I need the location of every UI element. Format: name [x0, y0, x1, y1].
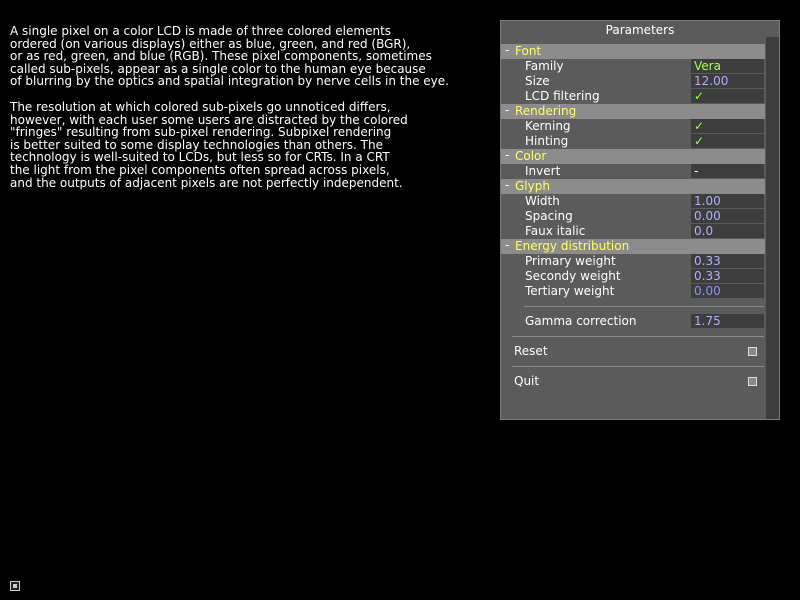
reset-box-icon[interactable]	[748, 347, 757, 356]
checkmark-icon: ✓	[694, 119, 705, 133]
collapse-icon[interactable]: -	[505, 44, 513, 57]
quit-label: Quit	[514, 374, 540, 388]
kerning-label: Kerning	[525, 119, 571, 133]
text-line: or as red, green, and blue (RGB). These …	[10, 49, 432, 64]
primary-weight-value[interactable]: 0.33	[691, 254, 764, 268]
reset-button[interactable]: Reset	[501, 344, 765, 359]
lcd-filtering-checkbox[interactable]: ✓	[691, 89, 764, 103]
collapse-icon[interactable]: -	[505, 104, 513, 117]
text-line: "fringes" resulting from sub-pixel rende…	[10, 125, 392, 140]
invert-label: Invert	[525, 164, 561, 178]
row-invert: Invert -	[501, 164, 765, 179]
quit-button[interactable]: Quit	[501, 374, 765, 389]
text-line: A single pixel on a color LCD is made of…	[10, 24, 392, 38]
section-rendering-label: Rendering	[515, 104, 577, 118]
row-hinting: Hinting ✓	[501, 134, 765, 149]
row-tertiary-weight: Tertiary weight 0.00	[501, 284, 765, 299]
collapse-icon[interactable]: -	[505, 179, 513, 192]
family-value[interactable]: Vera	[691, 59, 764, 73]
faux-italic-value[interactable]: 0.0	[691, 224, 764, 238]
section-font[interactable]: - Font	[501, 44, 765, 59]
checkmark-icon: ✓	[694, 134, 705, 148]
invert-checkbox[interactable]: -	[691, 164, 764, 178]
text-line: and the outputs of adjacent pixels are n…	[10, 175, 403, 190]
collapse-icon[interactable]: -	[505, 239, 513, 252]
description-text: A single pixel on a color LCD is made of…	[10, 25, 480, 189]
quit-box-icon[interactable]	[748, 377, 757, 386]
gamma-correction-label: Gamma correction	[525, 314, 637, 328]
hinting-label: Hinting	[525, 134, 569, 148]
section-glyph-label: Glyph	[515, 179, 550, 193]
spacing-value[interactable]: 0.00	[691, 209, 764, 223]
width-label: Width	[525, 194, 560, 208]
primary-weight-label: Primary weight	[525, 254, 616, 268]
row-secondy-weight: Secondy weight 0.33	[501, 269, 765, 284]
secondy-weight-value[interactable]: 0.33	[691, 269, 764, 283]
section-font-label: Font	[515, 44, 542, 58]
row-spacing: Spacing 0.00	[501, 209, 765, 224]
panel-title: Parameters	[605, 23, 675, 37]
section-color[interactable]: - Color	[501, 149, 765, 164]
reset-label: Reset	[514, 344, 548, 358]
hinting-checkbox[interactable]: ✓	[691, 134, 764, 148]
row-family: Family Vera	[501, 59, 765, 74]
tertiary-weight-label: Tertiary weight	[525, 284, 615, 298]
checkmark-icon: ✓	[694, 89, 705, 103]
faux-italic-label: Faux italic	[525, 224, 586, 238]
row-gamma-correction: Gamma correction 1.75	[501, 314, 765, 329]
row-size: Size 12.00	[501, 74, 765, 89]
text-line: The resolution at which colored sub-pixe…	[10, 99, 391, 114]
section-color-label: Color	[515, 149, 547, 163]
text-line: the light from the pixel components ofte…	[10, 162, 390, 177]
size-label: Size	[525, 74, 550, 88]
spacing-label: Spacing	[525, 209, 573, 223]
text-line: of blurring by the optics and spatial in…	[10, 74, 449, 89]
panel-scrollbar[interactable]	[766, 37, 779, 419]
gamma-correction-value[interactable]: 1.75	[691, 314, 764, 328]
row-faux-italic: Faux italic 0.0	[501, 224, 765, 239]
collapse-icon[interactable]: -	[505, 149, 513, 162]
secondy-weight-label: Secondy weight	[525, 269, 621, 283]
section-glyph[interactable]: - Glyph	[501, 179, 765, 194]
lcd-filtering-label: LCD filtering	[525, 89, 600, 103]
row-lcd-filtering: LCD filtering ✓	[501, 89, 765, 104]
corner-icon[interactable]	[10, 581, 20, 591]
row-kerning: Kerning ✓	[501, 119, 765, 134]
parameters-panel: Parameters - Font Family Vera Size 12.00…	[500, 20, 780, 420]
tertiary-weight-value[interactable]: 0.00	[691, 284, 764, 298]
row-primary-weight: Primary weight 0.33	[501, 254, 765, 269]
separator	[524, 306, 764, 307]
separator	[512, 366, 764, 367]
section-energy-distribution[interactable]: - Energy distribution	[501, 239, 765, 254]
row-width: Width 1.00	[501, 194, 765, 209]
size-value[interactable]: 12.00	[691, 74, 764, 88]
section-energy-label: Energy distribution	[515, 239, 630, 253]
section-rendering[interactable]: - Rendering	[501, 104, 765, 119]
width-value[interactable]: 1.00	[691, 194, 764, 208]
separator	[512, 336, 764, 337]
family-label: Family	[525, 59, 564, 73]
kerning-checkbox[interactable]: ✓	[691, 119, 764, 133]
